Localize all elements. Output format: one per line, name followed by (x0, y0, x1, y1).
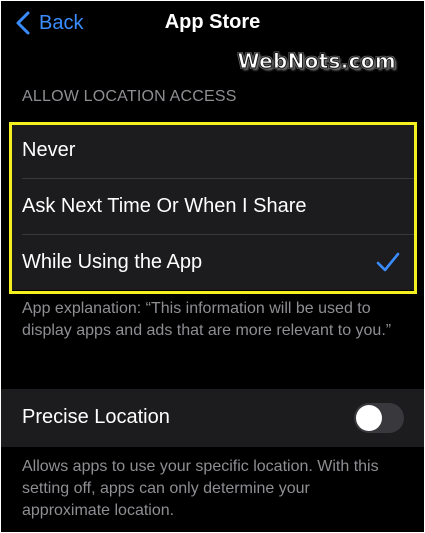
option-label: While Using the App (22, 251, 203, 273)
page-title: App Store (164, 11, 261, 33)
navigation-bar: Back App Store (1, 1, 424, 49)
option-label: Never (22, 139, 76, 161)
precise-location-label: Precise Location (22, 406, 170, 428)
option-never[interactable]: Never (11, 123, 414, 178)
option-while-using[interactable]: While Using the App (11, 235, 414, 290)
checkmark-icon (376, 252, 400, 272)
toggle-knob (356, 405, 382, 431)
precise-location-toggle[interactable] (354, 403, 404, 433)
precise-location-description: Allows apps to use your specific locatio… (22, 458, 379, 519)
watermark: WebNots.com (237, 49, 396, 74)
settings-screen: Back App Store WebNots.com ALLOW LOCATIO… (1, 1, 424, 532)
section-header: ALLOW LOCATION ACCESS (22, 88, 237, 105)
location-options-group: Never Ask Next Time Or When I Share Whil… (11, 123, 414, 290)
option-label: Ask Next Time Or When I Share (22, 195, 307, 217)
app-explanation: App explanation: “This information will … (22, 300, 392, 339)
precise-location-row: Precise Location (1, 389, 424, 447)
option-ask-next-time[interactable]: Ask Next Time Or When I Share (11, 179, 414, 234)
